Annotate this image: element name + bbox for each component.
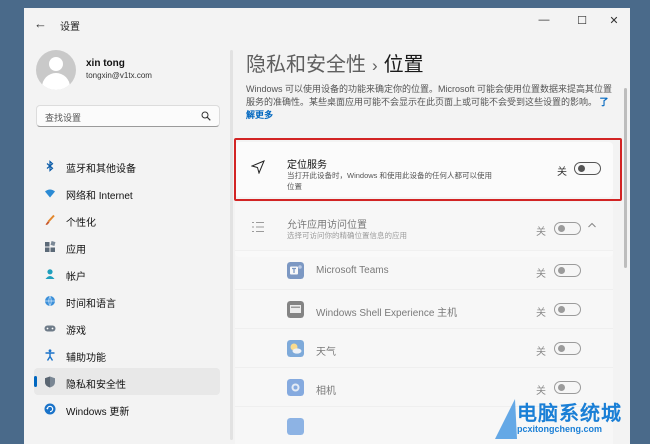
title-bar: ← 设置 — ☐ ✕	[24, 8, 630, 38]
watermark-logo-icon	[495, 399, 517, 439]
wifi-icon	[45, 189, 55, 198]
person-icon	[45, 269, 55, 279]
app-toggle-teams[interactable]	[554, 264, 581, 277]
app-row-teams: Microsoft Teams 关	[235, 250, 613, 289]
sidebar-item-gaming[interactable]: 游戏	[34, 314, 220, 341]
app-label: Microsoft Teams	[316, 265, 389, 276]
sidebar-item-label: 网络和 Internet	[66, 191, 133, 202]
app-state: 关	[536, 269, 546, 280]
sidebar-item-label: 应用	[66, 245, 86, 256]
watermark: 电脑系统城 pcxitongcheng.com	[495, 395, 650, 444]
sidebar-item-bluetooth[interactable]: 蓝牙和其他设备	[34, 152, 220, 179]
app-row-weather: 天气 关	[235, 328, 613, 367]
teams-icon	[287, 262, 304, 279]
app-access-toggle[interactable]	[554, 222, 581, 235]
app-title: 设置	[60, 22, 80, 33]
sidebar-scrollbar[interactable]	[230, 50, 233, 440]
apps-icon	[45, 241, 56, 252]
breadcrumb-separator: ›	[372, 56, 378, 75]
red-highlight-frame	[234, 138, 622, 201]
settings-window: ← 设置 — ☐ ✕ xin tong tongxin@v1tx.com 查找设…	[24, 8, 630, 444]
breadcrumb-parent[interactable]: 隐私和安全性	[246, 54, 366, 76]
minimize-button[interactable]: —	[532, 14, 556, 26]
profile-name: xin tong	[86, 58, 125, 69]
app-toggle-shell-experience[interactable]	[554, 303, 581, 316]
app-access-card[interactable]: 允许应用访问位置 选择可访问你的精确位置信息的应用 关	[235, 202, 613, 257]
sidebar-item-label: 蓝牙和其他设备	[66, 164, 136, 175]
search-input[interactable]: 查找设置	[36, 105, 220, 127]
sidebar-item-windows-update[interactable]: Windows 更新	[34, 395, 220, 422]
back-button[interactable]: ←	[34, 16, 47, 31]
app-access-state: 关	[536, 227, 546, 238]
app-label: 相机	[316, 386, 336, 397]
maximize-button[interactable]: ☐	[570, 14, 594, 27]
profile-email: tongxin@v1tx.com	[86, 71, 152, 80]
app-toggle-weather[interactable]	[554, 342, 581, 355]
avatar	[36, 50, 76, 90]
app-state: 关	[536, 308, 546, 319]
main-scrollbar[interactable]	[624, 88, 627, 268]
watermark-title: 电脑系统城	[517, 403, 622, 425]
breadcrumb: 隐私和安全性 › 位置	[246, 48, 424, 77]
shield-icon	[45, 376, 55, 388]
sidebar-item-label: 游戏	[66, 326, 86, 337]
search-placeholder: 查找设置	[45, 113, 82, 123]
camera-icon	[287, 379, 304, 396]
app-row-shell-experience: Windows Shell Experience 主机 关	[235, 289, 613, 328]
sidebar-item-network[interactable]: 网络和 Internet	[34, 179, 220, 206]
app-toggle-camera[interactable]	[554, 381, 581, 394]
globe-clock-icon	[45, 295, 55, 307]
app-access-title: 允许应用访问位置	[287, 220, 367, 231]
app-state: 关	[536, 347, 546, 358]
page-title: 位置	[383, 54, 424, 76]
sidebar-item-accounts[interactable]: 帐户	[34, 260, 220, 287]
sidebar-item-privacy-security[interactable]: 隐私和安全性	[34, 368, 220, 395]
intro-body: Windows 可以使用设备的功能来确定你的位置。Microsoft 可能会使用…	[246, 84, 613, 107]
bluetooth-icon	[46, 160, 54, 172]
app-icon	[287, 418, 304, 435]
sidebar-item-personalization[interactable]: 个性化	[34, 206, 220, 233]
list-icon	[252, 222, 264, 232]
app-label: 天气	[316, 347, 336, 358]
shell-icon	[287, 301, 304, 318]
intro-text: Windows 可以使用设备的功能来确定你的位置。Microsoft 可能会使用…	[246, 83, 616, 122]
gamepad-icon	[44, 325, 56, 332]
sidebar-nav: 蓝牙和其他设备 网络和 Internet 个性化 应用 帐户 时间和语言 游戏 …	[34, 152, 220, 422]
watermark-url: pcxitongcheng.com	[517, 424, 603, 434]
sidebar-item-label: 隐私和安全性	[66, 380, 126, 391]
app-access-subtitle: 选择可访问你的精确位置信息的应用	[287, 231, 407, 240]
sidebar-item-accessibility[interactable]: 辅助功能	[34, 341, 220, 368]
sidebar-item-label: 时间和语言	[66, 299, 116, 310]
accessibility-icon	[45, 349, 55, 361]
update-icon	[44, 403, 56, 415]
sidebar-item-time-language[interactable]: 时间和语言	[34, 287, 220, 314]
sidebar-item-label: 个性化	[66, 218, 96, 229]
brush-icon	[45, 214, 55, 225]
sidebar-item-label: 辅助功能	[66, 353, 106, 364]
close-button[interactable]: ✕	[602, 14, 626, 27]
app-label: Windows Shell Experience 主机	[316, 308, 458, 319]
search-icon	[201, 111, 211, 121]
weather-icon	[287, 340, 304, 357]
sidebar-item-apps[interactable]: 应用	[34, 233, 220, 260]
sidebar-item-label: Windows 更新	[66, 407, 130, 418]
sidebar-item-label: 帐户	[66, 272, 86, 283]
chevron-up-icon[interactable]	[587, 220, 597, 230]
